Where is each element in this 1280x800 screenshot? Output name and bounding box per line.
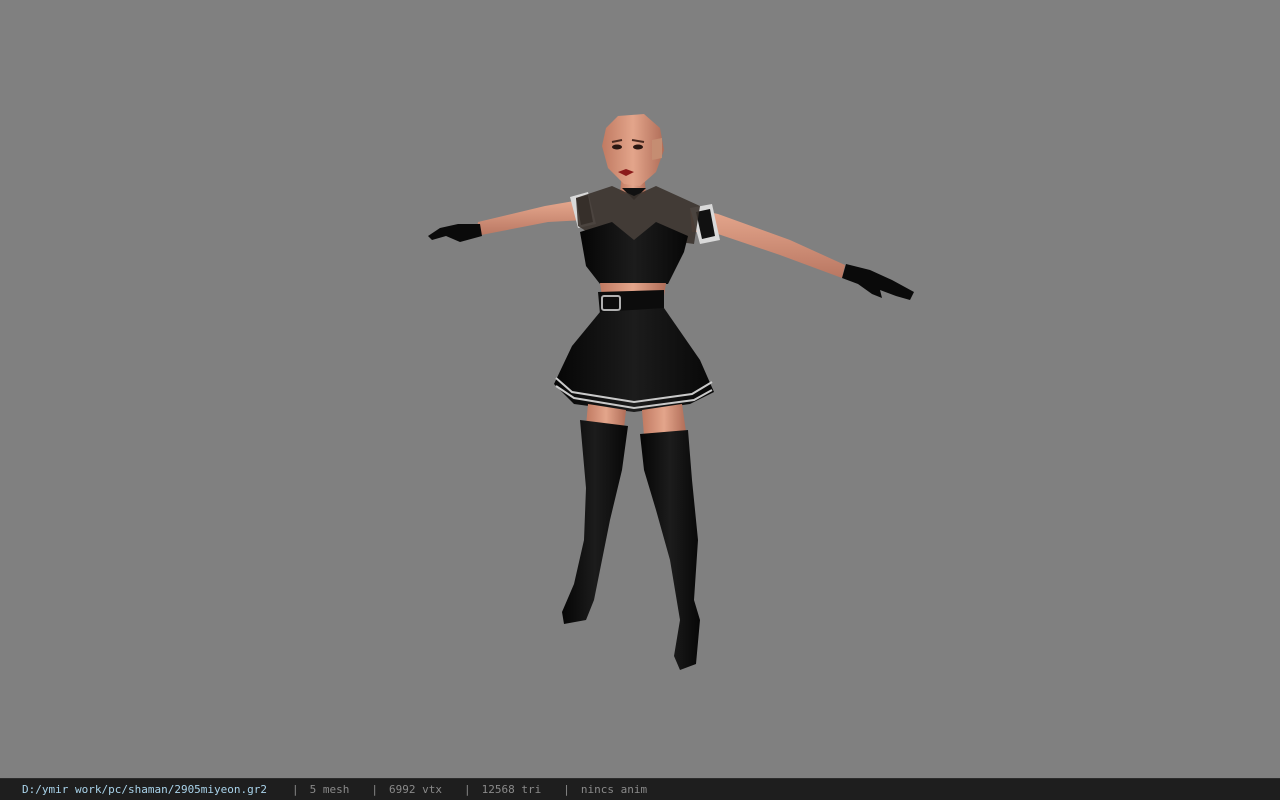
file-path: D:/ymir work/pc/shaman/2905miyeon.gr2 (22, 783, 268, 796)
triangle-count: 12568 tri (481, 783, 542, 796)
mesh-count: 5 mesh (309, 783, 350, 796)
separator: | (563, 783, 570, 796)
status-bar: D:/ymir work/pc/shaman/2905miyeon.gr2 | … (0, 778, 1280, 800)
right-boot (640, 430, 700, 670)
right-glove (842, 264, 914, 300)
vertex-count: 6992 vtx (389, 783, 443, 796)
animation-status: nincs anim (580, 783, 648, 796)
skirt (554, 308, 714, 412)
left-glove (428, 224, 482, 242)
3d-viewport[interactable] (0, 0, 1280, 778)
left-arm (476, 200, 585, 236)
separator: | (292, 783, 299, 796)
character-model[interactable] (0, 0, 1280, 778)
left-boot (562, 420, 628, 624)
separator: | (464, 783, 471, 796)
separator: | (371, 783, 379, 796)
